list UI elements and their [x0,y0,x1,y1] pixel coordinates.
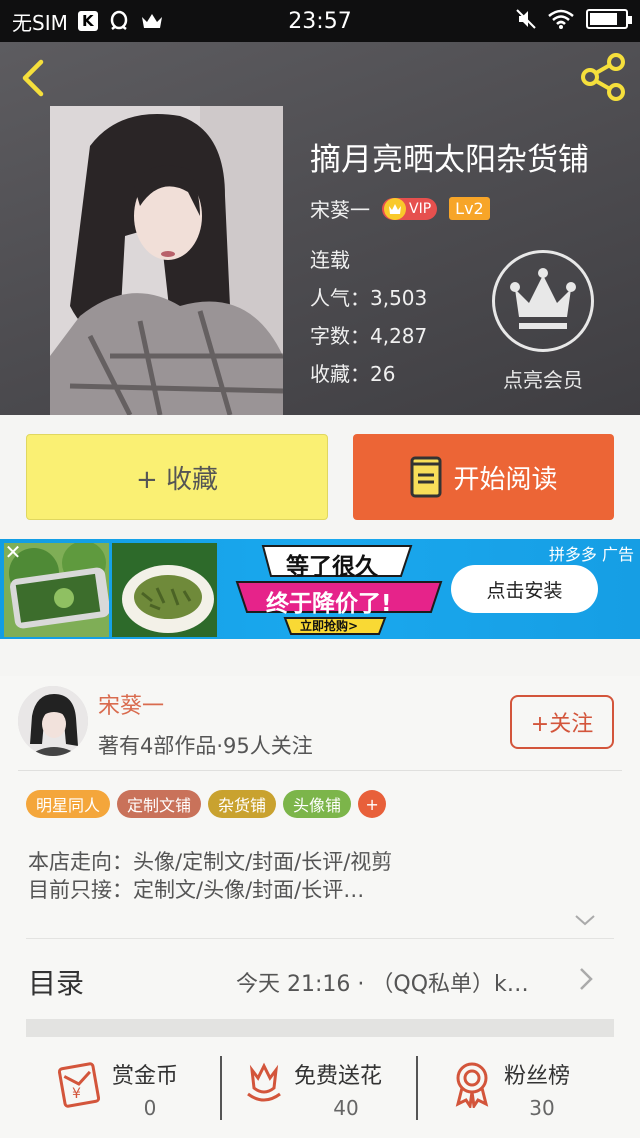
status-bar: 无SIM K 23:57 [0,0,640,42]
toc-latest-chapter[interactable]: 今天 21:16 · （QQ私单）k… [236,966,529,998]
send-flower-button[interactable]: 免费送花 40 [244,1056,414,1126]
book-cover[interactable] [50,106,283,415]
desc-line: 目前只接：定制文/头像/封面/长评… [28,878,365,902]
section-separator [26,1019,614,1037]
ad-close-button[interactable]: ✕ [2,541,24,563]
tag-list: 明星同人 定制文铺 杂货铺 头像铺 + [26,790,387,818]
ad-install-button[interactable]: 点击安装 [451,565,598,613]
battery-icon [586,9,632,29]
member-label: 点亮会员 [503,368,583,392]
collect-button[interactable]: + 收藏 [26,434,328,520]
fans-value: 30 [529,1096,555,1120]
divider [220,1056,222,1120]
popularity-stat: 人气：3,503 [310,286,428,310]
reward-label: 赏金币 [112,1064,179,1089]
fans-label: 粉丝榜 [504,1064,571,1089]
author-row: 宋葵一 VIP Lv2 [310,194,490,223]
word-count-stat: 字数：4,287 [310,324,428,348]
toc-title[interactable]: 目录 [28,962,84,1002]
start-reading-button[interactable]: 开始阅读 [353,434,614,520]
author-name[interactable]: 宋葵一 [310,194,370,223]
tag-item[interactable]: 头像铺 [283,790,352,818]
book-title: 摘月亮晒太阳杂货铺 [310,142,589,178]
collect-label: + 收藏 [135,464,219,495]
ad-sponsor-label: 拼多多 广告 [548,545,634,564]
medal-icon [455,1062,489,1108]
share-button[interactable] [580,52,628,102]
divider [26,938,614,939]
crown-icon [141,14,162,28]
tag-item[interactable]: 明星同人 [26,790,111,818]
serial-status: 连载 [310,248,350,272]
toc-open-button[interactable] [578,966,594,996]
book-header: 摘月亮晒太阳杂货铺 宋葵一 VIP Lv2 连载 人气：3,503 字数：4,2… [0,42,640,415]
level-badge: Lv2 [449,197,490,220]
chevron-right-icon [580,968,593,990]
mute-icon [516,9,536,29]
ad-slogan-button: 立即抢购> [300,619,359,633]
red-envelope-icon: ¥ [57,1062,101,1108]
tag-item[interactable]: 杂货铺 [208,790,277,818]
share-icon [581,53,625,101]
chevron-down-icon [575,915,595,926]
author-avatar[interactable] [18,686,88,756]
add-tag-button[interactable]: + [358,790,387,818]
member-circle [492,250,594,352]
flower-label: 免费送花 [294,1064,383,1089]
member-crown-icon [510,268,576,329]
divider [416,1056,418,1120]
follow-button[interactable]: +关注 [510,695,614,749]
vip-crown-icon [384,197,406,220]
book-icon [410,456,442,498]
favorites-stat: 收藏：26 [310,362,396,386]
flower-icon [247,1062,281,1102]
author-works-info: 著有4部作品·95人关注 [98,734,313,758]
ad-slogan-line2: 终于降价了! [266,591,392,617]
svg-text:¥: ¥ [72,1086,81,1102]
back-button[interactable] [14,56,54,100]
fan-ranking-button[interactable]: 粉丝榜 30 [452,1056,602,1126]
author-section: 宋葵一 著有4部作品·95人关注 +关注 明星同人 定制文铺 杂货铺 头像铺 +… [0,676,640,1138]
wifi-icon [548,9,574,29]
reward-coins-button[interactable]: ¥ 赏金币 0 [56,1056,206,1126]
ad-slogan-line1: 等了很久 [286,554,378,580]
ad-banner[interactable]: ✕ 等了很久 终于降价了! 立即抢购> 拼多多 广告 点击安装 [0,539,640,639]
member-button[interactable]: 点亮会员 [492,250,594,398]
expand-description-button[interactable] [574,912,596,931]
shop-description: 本店走向：头像/定制文/封面/长评/视剪 目前只接：定制文/头像/封面/长评… [28,848,392,904]
flower-value: 40 [333,1096,359,1120]
author-section-name[interactable]: 宋葵一 [98,688,164,720]
desc-line: 本店走向：头像/定制文/封面/长评/视剪 [28,850,393,874]
carrier-text: 无SIM [12,10,68,35]
k-app-icon: K [77,11,98,31]
ad-image-tea [112,543,217,637]
divider [18,770,622,771]
vip-badge: VIP [382,197,438,220]
qq-icon [110,10,128,30]
read-label: 开始阅读 [453,464,558,495]
chevron-left-icon [22,59,44,97]
vip-label: VIP [409,200,432,217]
reward-value: 0 [143,1096,157,1120]
cover-photo [50,106,283,415]
tag-item[interactable]: 定制文铺 [117,790,202,818]
